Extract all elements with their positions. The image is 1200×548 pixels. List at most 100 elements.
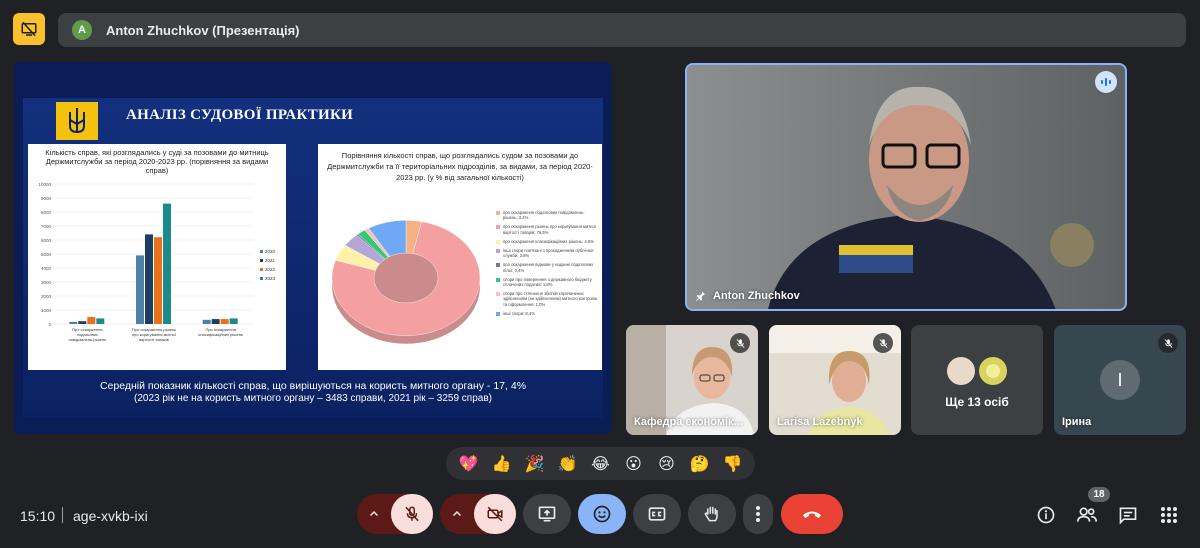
end-call-icon (803, 511, 821, 518)
audio-wave-icon (1101, 78, 1111, 86)
reaction-heart[interactable]: 💖 (457, 454, 481, 474)
y-tick-label: 5000 (41, 252, 52, 257)
reaction-thumbs-up[interactable]: 👍 (490, 454, 514, 474)
reactions-button[interactable] (578, 494, 626, 534)
legend-swatch (496, 239, 500, 244)
reaction-clap[interactable]: 👏 (556, 454, 580, 474)
legend-swatch (496, 225, 500, 230)
legend-label: інші спори; 8,4% (503, 310, 535, 316)
info-icon (1037, 506, 1055, 524)
stop-presenting-button[interactable] (13, 13, 45, 45)
legend-swatch (260, 259, 263, 262)
reaction-thinking[interactable]: 🤔 (688, 454, 712, 474)
presenter-avatar: A (72, 20, 92, 40)
reaction-party[interactable]: 🎉 (523, 454, 547, 474)
people-icon (1077, 507, 1097, 522)
bar (211, 319, 220, 324)
bar (154, 237, 162, 324)
legend-item: про оскарження відмови у наданні податко… (496, 262, 598, 273)
present-screen-button[interactable] (523, 494, 571, 534)
microphone-control (357, 494, 433, 534)
legend-swatch (496, 249, 500, 254)
donut-legend: про оскарження податкових повідомлень-рі… (496, 210, 598, 320)
divider (62, 507, 63, 523)
legend-label: 2023 (265, 276, 276, 281)
bar-chart-title: Кількість справ, які розглядались у суді… (45, 148, 269, 175)
legend-label: спори про повернення з державного бюджет… (503, 276, 592, 288)
more-participants-tile[interactable]: Ще 13 осіб (911, 325, 1043, 435)
reaction-sad[interactable]: 😢 (655, 454, 679, 474)
camera-off-icon (487, 506, 503, 522)
slide-footer-line2: (2023 рік не на користь митного органу –… (134, 393, 492, 404)
smiley-icon (593, 505, 611, 523)
speaking-indicator (1095, 71, 1117, 93)
bar (202, 319, 211, 324)
legend-label: спори про стягнення збитків спричинених … (503, 291, 598, 307)
reaction-surprised[interactable]: 😮 (622, 454, 646, 474)
participant-tile-4[interactable]: І Ірина (1054, 325, 1186, 435)
activities-button[interactable] (1157, 503, 1181, 527)
meeting-time: 15:10 (20, 508, 56, 524)
leave-call-button[interactable] (781, 494, 843, 534)
camera-toggle-button[interactable] (474, 494, 516, 534)
muted-indicator (873, 333, 893, 353)
y-tick-label: 4000 (41, 266, 52, 271)
legend-label: про оскарження податкових повідомлень-рі… (503, 210, 585, 221)
legend-item: спори про стягнення збитків спричинених … (496, 291, 598, 307)
mic-toggle-button[interactable] (391, 494, 433, 534)
slide-title: АНАЛІЗ СУДОВОЇ ПРАКТИКИ (126, 107, 354, 123)
legend-swatch (260, 277, 263, 280)
slide-footer-line1: Середній показник кількості справ, що ви… (99, 380, 527, 392)
bar (78, 321, 87, 324)
meeting-details-button[interactable] (1034, 503, 1058, 527)
legend-label: про оскарження класифікаційних рішень; 4… (503, 238, 594, 244)
donut-chart-panel: Порівняння кількості справ, що розглядал… (318, 144, 602, 370)
legend-item: спори про повернення з державного бюджет… (496, 277, 598, 287)
y-tick-label: 0 (48, 322, 51, 327)
bar (136, 255, 144, 324)
y-tick-label: 10000 (38, 182, 51, 187)
chat-button[interactable] (1116, 503, 1140, 527)
hand-icon (704, 506, 718, 522)
presentation-bar: A Anton Zhuchkov (Презентація) (58, 13, 1186, 47)
participant-name: Кафедра економік... (634, 416, 743, 428)
more-participants-label: Ще 13 осіб (945, 395, 1009, 409)
people-button[interactable] (1075, 503, 1099, 527)
legend-label: 2021 (265, 258, 276, 263)
more-options-button[interactable] (743, 494, 773, 534)
legend-item: про оскарження податкових повідомлень-рі… (496, 210, 598, 220)
bar (69, 321, 78, 324)
legend-swatch (496, 211, 500, 215)
mic-off-icon (1163, 338, 1173, 348)
legend-swatch (496, 263, 500, 268)
x-tick-label: вартості товарів (139, 337, 169, 342)
mic-off-icon (405, 506, 419, 522)
audio-options-button[interactable] (357, 494, 391, 534)
bar (220, 319, 229, 324)
captions-button[interactable] (633, 494, 681, 534)
more-vert-icon (756, 506, 760, 522)
coat-of-arms-icon (56, 102, 98, 140)
chevron-up-icon (369, 510, 379, 517)
reactions-bar: 💖 👍 🎉 👏 😂 😮 😢 🤔 👎 (446, 447, 755, 480)
participant-tile-1[interactable]: Кафедра економік... (626, 325, 758, 435)
participant-name: Ірина (1062, 416, 1092, 428)
legend-swatch (496, 311, 500, 316)
legend-label: 2022 (265, 267, 276, 272)
reaction-laugh[interactable]: 😂 (589, 454, 613, 474)
bar (229, 318, 238, 324)
participant-tile-2[interactable]: Larisa Lazebnyk (769, 325, 901, 435)
video-options-button[interactable] (440, 494, 474, 534)
avatar: І (1100, 360, 1140, 400)
raise-hand-button[interactable] (688, 494, 736, 534)
reaction-thumbs-down[interactable]: 👎 (721, 454, 745, 474)
legend-item: інші спори; 8,4% (496, 311, 598, 316)
donut-chart-title: Порівняння кількості справ, що розглядал… (327, 151, 593, 182)
y-tick-label: 6000 (41, 238, 52, 243)
muted-indicator (1158, 333, 1178, 353)
present-off-icon (21, 21, 37, 37)
legend-item: про оскарження рішень про коригування ми… (496, 224, 598, 235)
participant-tile-main[interactable]: Anton Zhuchkov (685, 63, 1127, 311)
bar (163, 203, 171, 324)
donut-chart (331, 220, 481, 344)
